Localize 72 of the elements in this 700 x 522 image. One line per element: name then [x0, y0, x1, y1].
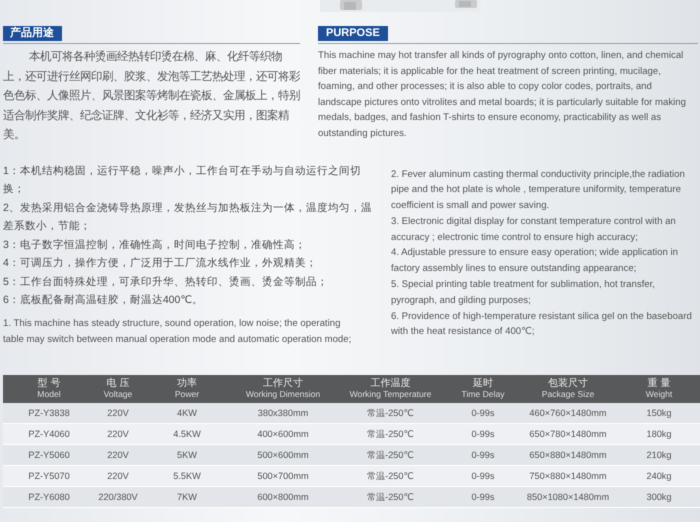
table-cell: 400×600mm [257, 429, 309, 439]
column-heading: 工作温度 [370, 378, 410, 389]
column-heading: Power [174, 389, 200, 400]
table-cell: 4KW [177, 408, 197, 418]
column-heading: 包装尺寸 [548, 378, 588, 389]
table-cell: 5KW [177, 450, 197, 460]
feature-text: 5. Special printing table treatment for sublimation, hot transfer, pyrograph, and gilding purposes; [391, 278, 656, 308]
column-heading: 重 量 [648, 378, 670, 389]
feature-text: 3：电子数字恒温控制，准确性高，时间电子控制，准确性高； [3, 238, 307, 252]
table-cell: 300kg [646, 492, 672, 502]
table-cell: 850×1080×1480mm [526, 492, 610, 502]
feature-text: 2、发热采用铝合金浇铸导热原理，发热丝与加热板注为一体，温度均匀，温差系数小，节能； [3, 200, 373, 234]
table-cell: 460×760×1480mm [529, 408, 607, 418]
table-cell: 220V [107, 429, 129, 439]
table-cell: PZ-Y5060 [28, 450, 70, 460]
feature-text: 2. Fever aluminum casting thermal conductivity principle,the radiation pipe and the hot plate is whole , temperature uniformity, temperature coefficient is small and power saving. [391, 168, 686, 214]
table-cell: 650×780×1480mm [529, 429, 607, 439]
column-heading: Working Dimension [246, 389, 320, 400]
column-heading: 功率 [177, 378, 197, 389]
table-cell: 750×880×1480mm [529, 471, 607, 481]
table-cell: 380x380mm [258, 408, 308, 418]
table-cell: 常温-250℃ [367, 492, 414, 502]
column-heading: Voltage [104, 389, 132, 400]
table-cell: 500×700mm [257, 471, 309, 481]
table-cell: 常温-250℃ [367, 470, 414, 480]
table-cell: PZ-Y3838 [28, 408, 70, 418]
section-heading: PURPOSE [318, 26, 388, 41]
feature-text: 6：底板配备耐高温硅胶，耐温达400℃。 [3, 293, 204, 308]
feature-text: 1：本机结构稳固，运行平稳，噪声小，工作台可在手动与自动运行之间切换； [3, 164, 362, 197]
table-cell: 常温-250℃ [367, 450, 414, 460]
table-cell: 220V [107, 471, 129, 481]
table-cell: 0-99s [472, 408, 494, 418]
column-heading: Weight [646, 389, 672, 400]
table-cell: 7KW [177, 492, 197, 502]
feature-text: 4. Adjustable pressure to ensure easy operation; wide application in factory assembly lines to ensure outstanding appearance; [391, 246, 679, 276]
table-cell: 210kg [646, 450, 672, 460]
feature-text: 6. Providence of high-temperature resistant silica gel on the baseboard with the heat resistance of 400℃; [391, 310, 693, 340]
table-cell: 220/380V [98, 492, 138, 502]
table-cell: 500×600mm [257, 450, 309, 460]
table-cell: PZ-Y6080 [28, 492, 70, 502]
column-heading: 电 压 [106, 378, 130, 389]
table-cell: PZ-Y5070 [28, 471, 70, 481]
table-cell: 600×800mm [257, 492, 309, 502]
table-cell: 0-99s [472, 471, 494, 481]
table-cell: 0-99s [472, 429, 494, 439]
column-heading: Model [37, 389, 61, 400]
table-cell: 常温-250℃ [367, 408, 414, 418]
table-cell: 0-99s [472, 492, 494, 502]
column-heading: Working Temperature [350, 389, 432, 400]
purpose-paragraph: This machine may hot transfer all kinds of pyrography onto cotton, linen, and chemical fiber materials; it is applicable for the heat treatment of screen printing, mucilage, foaming, and other processes; it is also able to copy color codes, portraits, and landscape pictures onto vitrolites and metal boards; it is particularly suitable for making medals, badges, and fashion T-shirts to ensure economy, practicability as well as outstanding pictures. [318, 49, 687, 141]
column-heading: 延时 [473, 378, 493, 389]
column-heading: 型 号 [38, 378, 60, 389]
table-cell: PZ-Y4060 [28, 429, 70, 439]
column-heading: Time Delay [461, 389, 505, 400]
table-cell: 4.5KW [173, 429, 201, 439]
table-cell: 150kg [646, 408, 672, 418]
table-cell: 650×880×1480mm [529, 450, 607, 460]
column-heading: Package Size [542, 389, 594, 400]
table-cell: 220V [107, 450, 129, 460]
purpose-paragraph: 本机可将各种烫画经热转印烫在棉、麻、化纤等织物上，还可进行丝网印刷、胶浆、发泡等工艺热处理，还可将彩色色标、人像照片、风景图案等烤制在瓷板、金属板上，特别适合制作奖牌、纪念证牌、文化衫等，经济又实用，图案精美。 [3, 50, 300, 143]
table-cell: 0-99s [472, 450, 494, 460]
feature-text: 1. This machine has steady structure, sound operation, low noise; the operating table may switch between manual operation mode and automatic operation mode; [3, 316, 352, 346]
feature-text: 4：可调压力，操作方便，广泛用于工厂流水线作业，外观精美； [3, 256, 318, 271]
table-cell: 220V [107, 408, 129, 418]
column-heading: 工作尺寸 [263, 378, 303, 389]
table-cell: 180kg [646, 429, 672, 439]
section-heading: 产品用途 [3, 26, 62, 41]
table-cell: 5.5KW [173, 471, 201, 481]
feature-text: 3. Electronic digital display for constant temperature control with an accuracy ; electronic time control to ensure high accuracy; [391, 214, 677, 245]
feature-text: 5：工作台面特殊处理，可承印升华、热转印、烫画、烫金等制品； [3, 274, 329, 290]
table-cell: 常温-250℃ [367, 428, 414, 438]
table-cell: 240kg [646, 471, 672, 481]
